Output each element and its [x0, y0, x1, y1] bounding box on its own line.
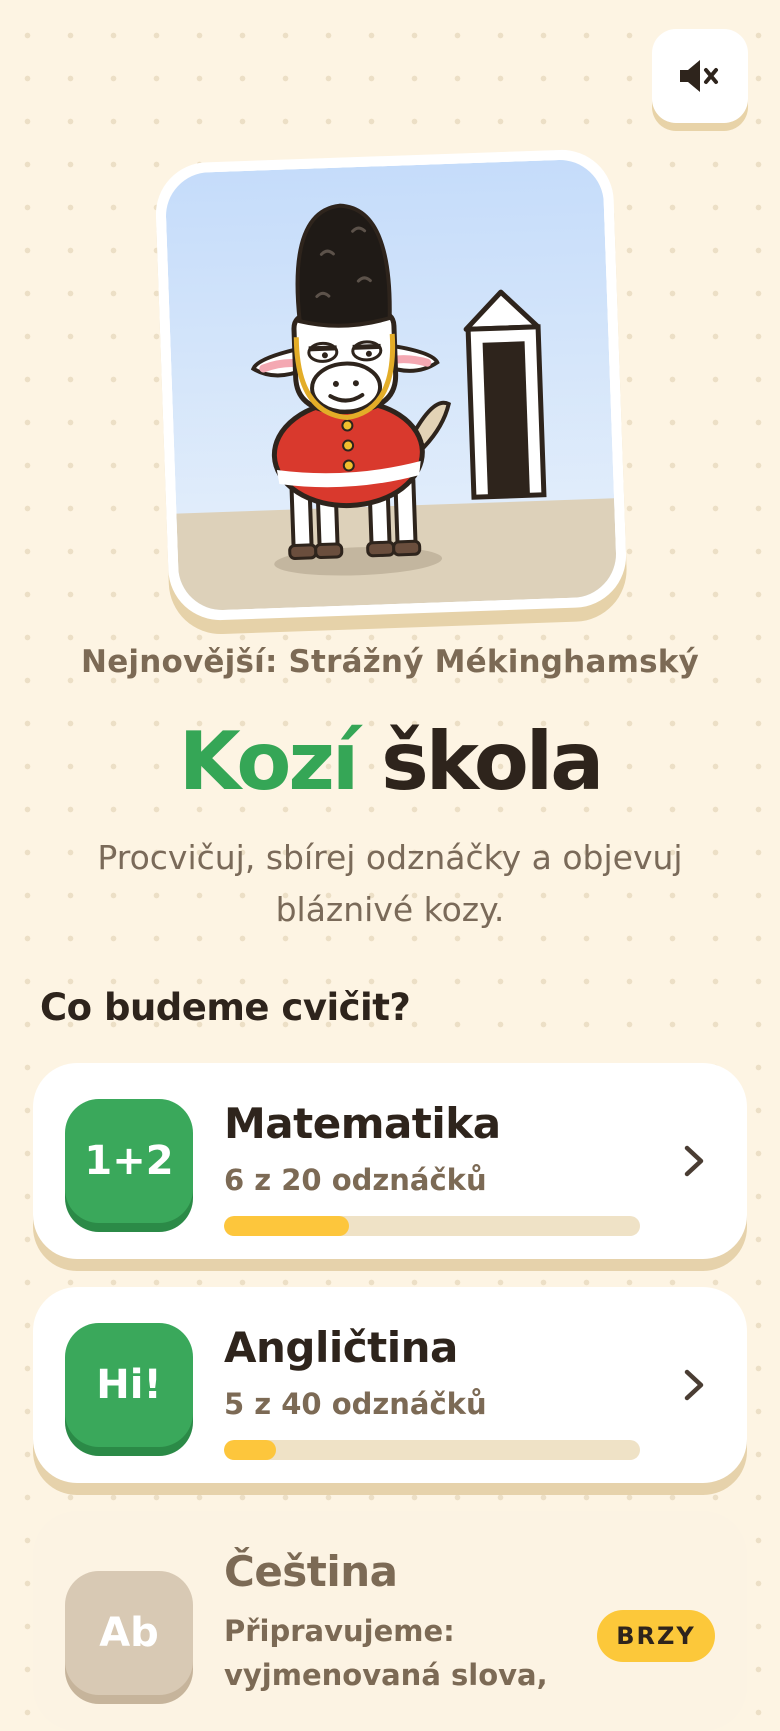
mute-button[interactable] [652, 29, 748, 123]
english-icon-label: Hi! [96, 1362, 162, 1408]
subject-progress-text: 6 z 20 odznáčků [224, 1163, 487, 1197]
hero-image-card [154, 148, 628, 622]
czech-icon-label: Ab [99, 1610, 159, 1656]
subject-card-cestina: Ab Čeština Připravujeme: vyjmenovaná slo… [33, 1511, 747, 1731]
subject-name: Čeština [224, 1547, 398, 1596]
subject-card-anglictina[interactable]: Hi! Angličtina 5 z 40 odznáčků [33, 1287, 747, 1483]
chevron-right-icon [684, 1369, 704, 1401]
subject-card-matematika[interactable]: 1+2 Matematika 6 z 20 odznáčků [33, 1063, 747, 1259]
math-icon-label: 1+2 [84, 1138, 174, 1184]
guard-goat-illustration [164, 158, 618, 612]
progress-bar [224, 1440, 640, 1460]
czech-icon: Ab [65, 1571, 193, 1695]
math-icon: 1+2 [65, 1099, 193, 1223]
app-subtitle: Procvičuj, sbírej odznáčky a objevuj blá… [97, 838, 683, 929]
english-icon: Hi! [65, 1323, 193, 1447]
app-title-part2: škola [381, 715, 604, 808]
coming-soon-text: Připravujeme: vyjmenovaná slova, [224, 1614, 548, 1692]
progress-fill [224, 1440, 276, 1460]
subject-progress-text: 5 z 40 odznáčků [224, 1387, 487, 1421]
subject-name: Angličtina [224, 1323, 458, 1372]
chevron-right-icon [684, 1145, 704, 1177]
app-title: Kozí škola [0, 722, 780, 802]
progress-bar [224, 1216, 640, 1236]
soon-badge: BRZY [597, 1610, 715, 1662]
sentry-box [463, 289, 547, 500]
speaker-mute-icon [680, 60, 718, 92]
progress-fill [224, 1216, 349, 1236]
hero-caption: Nejnovější: Strážný Mékinghamský [81, 644, 699, 680]
app-title-part1: Kozí [178, 715, 360, 808]
subject-name: Matematika [224, 1099, 501, 1148]
section-heading: Co budeme cvičit? [40, 986, 411, 1029]
